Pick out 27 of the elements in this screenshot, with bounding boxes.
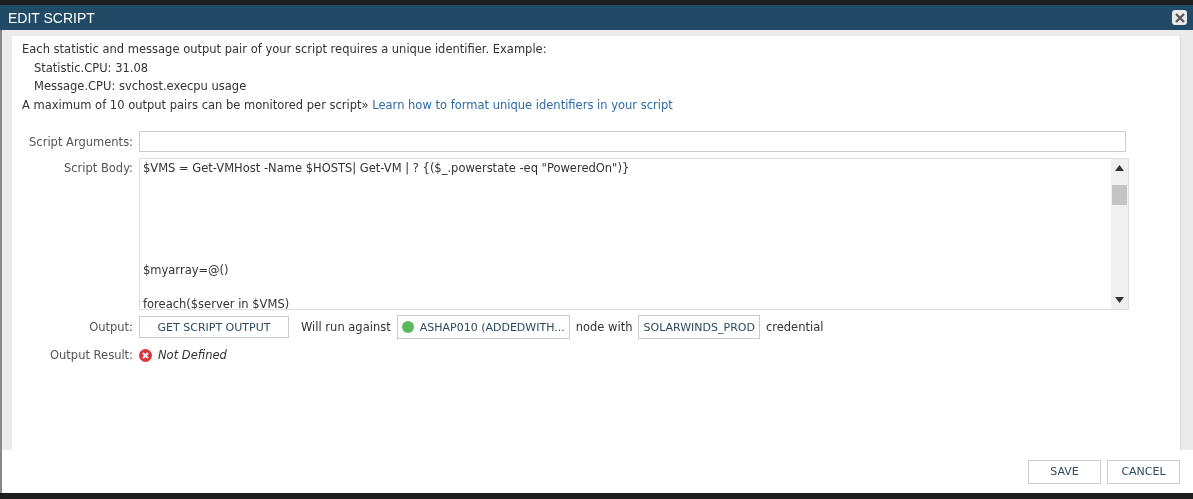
node-name: ASHAP010 (ADDEDWITH... bbox=[419, 320, 565, 334]
get-output-button[interactable]: GET SCRIPT OUTPUT bbox=[139, 316, 289, 338]
scroll-thumb[interactable] bbox=[1112, 185, 1127, 205]
scroll-down-icon[interactable] bbox=[1115, 297, 1124, 303]
credential-text: credential bbox=[765, 320, 824, 334]
dialog-button[interactable]: CANCEL bbox=[1107, 459, 1180, 484]
scroll-up-icon[interactable] bbox=[1115, 165, 1124, 171]
run-text: Will run against bbox=[301, 320, 391, 334]
dialog-button[interactable]: SAVE bbox=[1028, 459, 1101, 484]
script-body-field[interactable]: $VMS = Get-VMHost -Name $HOSTS| Get-VM | ? {($_.powerstate -eq "PoweredOn")} $myarray=@() foreach($server in $VMS) bbox=[139, 158, 1129, 310]
node-with-text: node with bbox=[575, 320, 633, 334]
close-button[interactable] bbox=[1172, 10, 1187, 25]
field-label: Output Result: bbox=[49, 348, 133, 362]
field-label: Script Body: bbox=[62, 161, 133, 175]
help-text: Each statistic and message output pair of your script requires a unique identifier. Example: bbox=[22, 41, 548, 58]
scrollbar[interactable] bbox=[1111, 159, 1128, 309]
script-arguments-field[interactable] bbox=[139, 131, 1126, 152]
result-text: Not Defined bbox=[158, 348, 227, 362]
dialog-title: EDIT SCRIPT bbox=[8, 9, 95, 26]
help-link[interactable]: Learn how to format unique identifiers in your script bbox=[372, 97, 673, 112]
node-selector[interactable]: ASHAP010 (ADDEDWITH... bbox=[396, 315, 570, 339]
limit-text: A maximum of 10 output pairs can be monitored per script» bbox=[22, 97, 369, 112]
field-label: Script Arguments: bbox=[28, 134, 133, 149]
example-text: Statistic.CPU: 31.08 bbox=[33, 59, 150, 77]
field-label: Output: bbox=[88, 320, 133, 334]
credential-selector[interactable]: SOLARWINDS_PROD bbox=[638, 315, 760, 339]
example-text: Message.CPU: svchost.execpu usage bbox=[33, 78, 248, 95]
